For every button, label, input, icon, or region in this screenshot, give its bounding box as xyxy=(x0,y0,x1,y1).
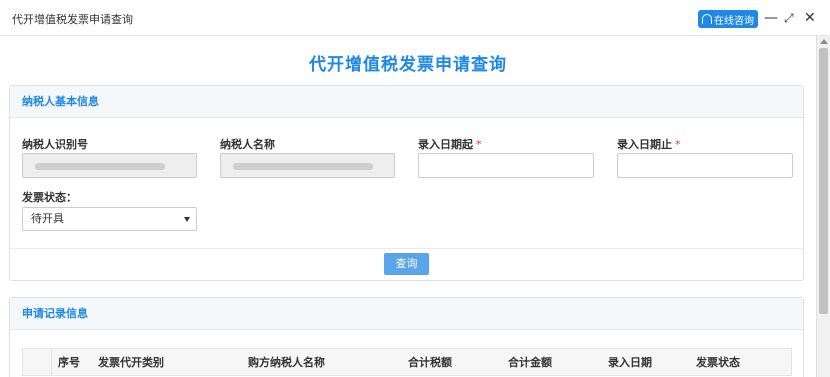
chevron-down-icon xyxy=(184,217,190,222)
column-header-entry-date: 录入日期 xyxy=(608,356,652,369)
records-table-header: 序号 发票代开类别 购方纳税人名称 合计税额 合计金额 录入日期 发票状态 xyxy=(22,348,792,376)
date-start-label-text: 录入日期起 xyxy=(418,138,473,151)
query-button[interactable]: 查询 xyxy=(384,253,429,275)
window-title: 代开增值税发票申请查询 xyxy=(12,13,133,26)
scroll-up-icon[interactable] xyxy=(820,39,828,44)
headset-icon xyxy=(702,14,712,24)
checkbox-column xyxy=(23,349,52,375)
taxpayer-info-title: 纳税人基本信息 xyxy=(10,86,803,118)
date-end-label-text: 录入日期止 xyxy=(617,138,672,151)
vertical-scrollbar[interactable] xyxy=(816,36,830,377)
date-end-input[interactable] xyxy=(617,153,793,178)
column-header-buyer-name: 购方纳税人名称 xyxy=(248,356,325,369)
invoice-status-value: 待开具 xyxy=(31,212,64,225)
records-title: 申请记录信息 xyxy=(10,298,803,330)
taxpayer-info-panel: 纳税人基本信息 纳税人识别号 纳税人名称 录入日期起 * 录入日期止 * 发票状态：… xyxy=(9,85,804,281)
invoice-status-label: 发票状态： xyxy=(22,191,77,204)
column-header-total-tax: 合计税额 xyxy=(408,356,452,369)
minimize-button[interactable]: — xyxy=(764,9,778,27)
column-header-index: 序号 xyxy=(58,356,80,369)
window-titlebar: 代开增值税发票申请查询 在线咨询 — ⤢ ✕ xyxy=(0,0,830,36)
taxpayer-name-field[interactable] xyxy=(220,153,395,178)
close-button[interactable]: ✕ xyxy=(804,9,816,27)
page-title: 代开增值税发票申请查询 xyxy=(309,55,507,75)
scrollbar-thumb[interactable] xyxy=(819,48,828,314)
required-mark: * xyxy=(476,138,482,151)
maximize-button[interactable]: ⤢ xyxy=(784,9,794,27)
column-header-category: 发票代开类别 xyxy=(98,356,164,369)
taxpayer-id-label: 纳税人识别号 xyxy=(22,138,88,151)
required-mark: * xyxy=(675,138,681,151)
date-start-input[interactable] xyxy=(418,153,594,178)
date-start-label: 录入日期起 * xyxy=(418,136,482,152)
records-panel: 申请记录信息 序号 发票代开类别 购方纳税人名称 合计税额 合计金额 录入日期 … xyxy=(9,297,804,377)
date-end-label: 录入日期止 * xyxy=(617,136,681,152)
divider xyxy=(10,248,803,249)
invoice-status-select[interactable]: 待开具 xyxy=(22,207,197,231)
column-header-invoice-status: 发票状态 xyxy=(696,356,740,369)
online-consult-label: 在线咨询 xyxy=(714,15,754,27)
taxpayer-name-label: 纳税人名称 xyxy=(220,138,275,151)
column-header-total-amount: 合计金额 xyxy=(508,356,552,369)
redacted-value xyxy=(233,163,373,170)
taxpayer-id-field[interactable] xyxy=(22,153,197,178)
redacted-value xyxy=(35,163,165,170)
online-consult-button[interactable]: 在线咨询 xyxy=(698,10,758,28)
